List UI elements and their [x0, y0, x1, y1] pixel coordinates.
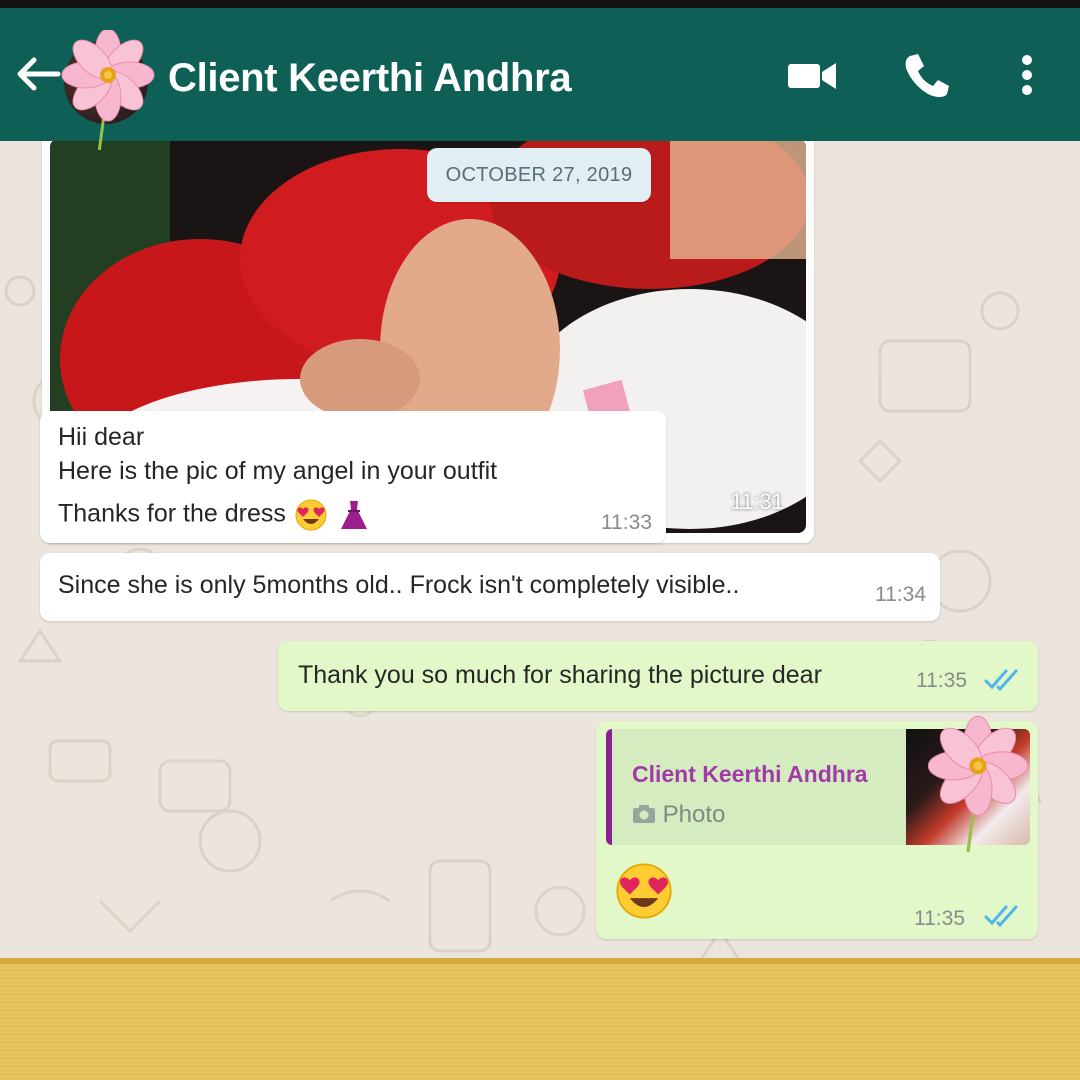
- camera-icon: [633, 805, 655, 823]
- more-vertical-icon[interactable]: [1012, 50, 1042, 100]
- message-text: Thanks for the dress: [58, 499, 286, 528]
- incoming-message[interactable]: Hii dear Here is the pic of my angel in …: [40, 411, 666, 543]
- message-time: 11:35: [916, 669, 967, 692]
- message-text: Thank you so much for sharing the pictur…: [298, 661, 822, 689]
- video-call-icon[interactable]: [786, 50, 838, 100]
- message-line: Thanks for the dress: [58, 497, 372, 533]
- gold-fabric-border: [0, 958, 1080, 1080]
- arrow-left-icon[interactable]: [14, 54, 62, 94]
- message-time: 11:33: [601, 511, 652, 534]
- heart-eyes-emoji-icon: [616, 863, 672, 919]
- gold-border-edge: [0, 958, 1080, 964]
- contact-name[interactable]: Client Keerthi Andhra: [168, 56, 572, 101]
- dress-emoji-icon: [340, 501, 367, 529]
- quoted-type: Photo: [632, 801, 725, 829]
- outgoing-message[interactable]: Thank you so much for sharing the pictur…: [278, 641, 1038, 711]
- flower-sticker-icon: [926, 714, 1030, 852]
- double-check-icon: [984, 669, 1018, 692]
- quoted-sender-name: Client Keerthi Andhra: [632, 761, 868, 787]
- chat-header: Client Keerthi Andhra: [0, 8, 1080, 141]
- message-text: Since she is only 5months old.. Frock is…: [58, 571, 740, 599]
- message-time: 11:35: [914, 907, 965, 930]
- date-chip: OCTOBER 27, 2019: [427, 148, 651, 202]
- heart-eyes-emoji-icon: [295, 499, 327, 531]
- quoted-type-label: Photo: [662, 801, 726, 828]
- message-line: Here is the pic of my angel in your outf…: [58, 457, 498, 485]
- incoming-message[interactable]: Since she is only 5months old.. Frock is…: [40, 553, 940, 621]
- message-time: 11:34: [875, 583, 926, 606]
- double-check-icon: [984, 905, 1018, 928]
- status-bar-strip: [0, 0, 1080, 8]
- flower-sticker-icon: [60, 30, 156, 150]
- quote-accent-bar: [606, 729, 612, 845]
- message-time: 11:31: [730, 489, 784, 514]
- message-line: Hii dear: [58, 423, 145, 451]
- phone-icon[interactable]: [900, 50, 952, 100]
